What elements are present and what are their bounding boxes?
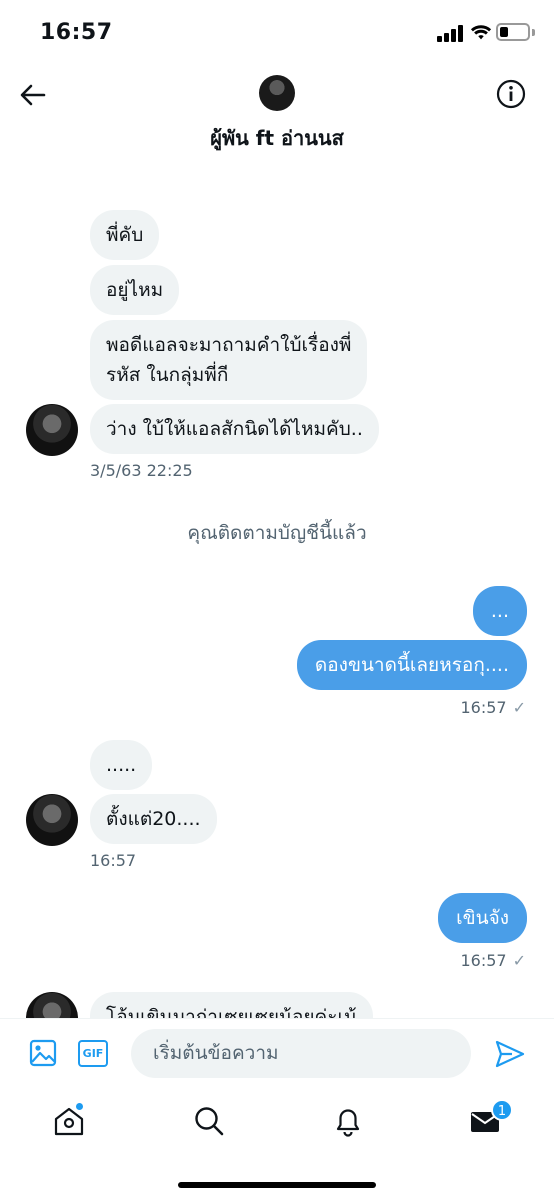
message-timestamp-row: 16:57 ✓ xyxy=(460,951,526,970)
incoming-message[interactable]: พี่คับ xyxy=(90,210,160,260)
signal-icon xyxy=(437,24,465,42)
send-icon[interactable] xyxy=(494,1038,526,1070)
battery-tip xyxy=(532,29,535,36)
message-timestamp: 16:57 xyxy=(90,851,137,870)
header-avatar[interactable] xyxy=(259,75,295,111)
conversation-title[interactable]: ผู้พัน ft อ่านนส xyxy=(0,122,554,154)
incoming-message[interactable]: ว่าง ใบ้ให้แอลสักนิดได้ไหมคับ.. xyxy=(90,404,379,454)
message-timestamp: 3/5/63 22:25 xyxy=(90,461,193,480)
conversation-header: ผู้พัน ft อ่านนส xyxy=(0,64,554,164)
sent-check-icon: ✓ xyxy=(512,951,526,970)
message-list[interactable]: พี่คับ อยู่ไหม พอดีแอลจะมาถามคำใบ้เรื่อง… xyxy=(0,164,554,1018)
message-input[interactable]: เริ่มต้นข้อความ xyxy=(131,1029,471,1078)
incoming-message[interactable]: พอดีแอลจะมาถามคำใบ้เรื่องพี่ รหัส ในกลุ่… xyxy=(90,320,368,400)
sender-avatar[interactable] xyxy=(26,992,78,1018)
outgoing-message[interactable]: ... xyxy=(472,586,527,636)
home-indicator xyxy=(178,1182,376,1188)
incoming-message[interactable]: อยู่ไหม xyxy=(90,265,180,315)
status-bar: 16:57 xyxy=(0,0,554,64)
message-timestamp-row: 16:57 ✓ xyxy=(460,698,526,717)
bottom-tab-bar: 1 xyxy=(0,1090,554,1200)
info-icon[interactable] xyxy=(496,79,526,109)
battery-icon xyxy=(496,23,530,41)
arrow-left-icon[interactable] xyxy=(18,80,48,110)
sent-check-icon: ✓ xyxy=(512,698,526,717)
outgoing-message[interactable]: เขินจัง xyxy=(438,893,527,943)
wifi-icon xyxy=(470,25,492,40)
outgoing-message[interactable]: ดองขนาดนี้เลยหรอกุ.... xyxy=(296,640,527,690)
gif-button[interactable]: GIF xyxy=(78,1040,108,1067)
messages-badge: 1 xyxy=(491,1099,513,1121)
home-notification-dot xyxy=(75,1102,84,1111)
incoming-message[interactable]: ..... xyxy=(90,740,153,790)
incoming-message[interactable]: ตั้งแต่20.... xyxy=(90,794,217,844)
image-icon[interactable] xyxy=(29,1039,57,1067)
sender-avatar[interactable] xyxy=(26,404,78,456)
bell-icon[interactable] xyxy=(331,1104,365,1138)
message-composer: GIF เริ่มต้นข้อความ xyxy=(0,1018,554,1090)
message-timestamp: 16:57 xyxy=(460,951,507,970)
sender-avatar[interactable] xyxy=(26,794,78,846)
incoming-message[interactable]: โอ้มเขินมาก่าเซยเซยน้อยค่ะเน้ xyxy=(90,992,373,1018)
status-time: 16:57 xyxy=(40,20,113,45)
message-timestamp: 16:57 xyxy=(460,698,507,717)
search-icon[interactable] xyxy=(192,1104,226,1138)
follow-notice: คุณติดตามบัญชีนี้แล้ว xyxy=(187,522,367,544)
